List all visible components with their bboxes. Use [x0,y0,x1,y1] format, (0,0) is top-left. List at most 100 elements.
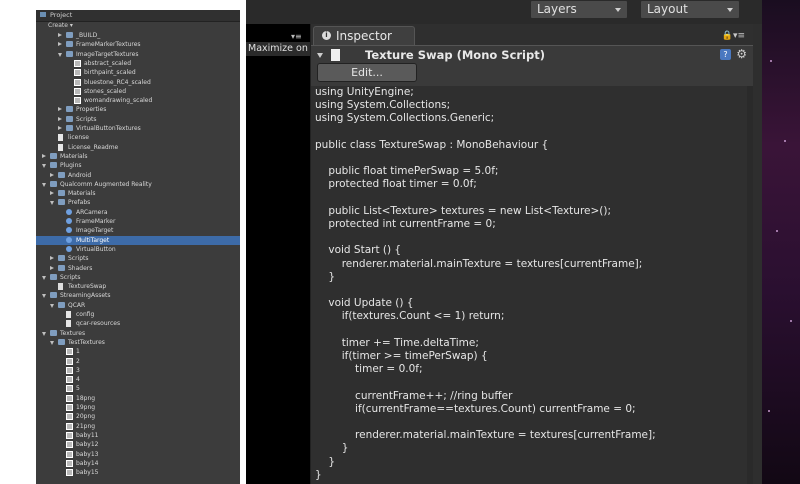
layers-dropdown[interactable]: Layers [530,0,628,19]
project-tab[interactable]: Project [36,10,240,22]
folder-item[interactable]: StreamingAssets [36,291,240,300]
expanded-arrow-icon[interactable] [50,201,54,206]
folder-item[interactable]: Materials [36,189,240,198]
code-line: renderer.material.mainTexture = textures… [315,429,656,442]
folder-item[interactable]: ImageTargetTextures [36,50,240,59]
maximize-on-play-toggle[interactable]: Maximize on [248,43,308,54]
collapsed-arrow-icon[interactable] [58,42,62,47]
asset-item[interactable]: TextureSwap [36,282,240,291]
asset-item[interactable]: bluestone_RC4_scaled [36,78,240,87]
folder-item[interactable]: Scripts [36,254,240,263]
tree-item-label: config [76,311,95,318]
expanded-arrow-icon[interactable] [42,331,46,336]
folder-item[interactable]: _BUILD_ [36,31,240,40]
asset-item[interactable]: womandrawing_scaled [36,96,240,105]
asset-item[interactable]: baby15 [36,468,240,477]
asset-item[interactable]: abstract_scaled [36,59,240,68]
tree-item-label: license [68,134,89,142]
folder-item[interactable]: Plugins [36,161,240,170]
code-line: } [315,468,322,481]
asset-item[interactable]: qcar-resources [36,319,240,328]
expanded-arrow-icon[interactable] [42,275,46,280]
texture-icon [74,87,81,95]
lock-menu-icon[interactable]: 🔒▾≡ [722,31,745,41]
layout-dropdown[interactable]: Layout [640,0,740,19]
asset-item[interactable]: birthpaint_scaled [36,68,240,77]
expanded-arrow-icon[interactable] [42,182,46,187]
collapsed-arrow-icon[interactable] [58,126,62,130]
collapsed-arrow-icon[interactable] [50,265,54,270]
folder-item[interactable]: VirtualButtonTextures [36,124,240,133]
asset-item[interactable]: 20png [36,412,240,421]
code-line: void Update () { [315,297,414,310]
script-source-view: using UnityEngine; using System.Collectio… [311,86,751,484]
texture-icon [66,469,73,477]
asset-item[interactable]: 19png [36,403,240,412]
component-header: Texture Swap (Mono Script) ? ⚙ Edit... [311,45,753,87]
texture-icon [66,376,73,384]
asset-item[interactable]: license [36,133,240,142]
expanded-arrow-icon[interactable] [50,303,54,308]
asset-item[interactable]: VirtualButton [36,245,240,254]
folder-item[interactable]: TestTextures [36,338,240,347]
asset-item[interactable]: FrameMarker [36,217,240,226]
collapsed-arrow-icon[interactable] [58,116,62,121]
asset-item[interactable]: 3 [36,366,240,375]
collapsed-arrow-icon[interactable] [50,191,54,196]
asset-item[interactable]: ImageTarget [36,226,240,235]
asset-item[interactable]: baby12 [36,440,240,449]
folder-item[interactable]: Qualcomm Augmented Reality [36,180,240,189]
folder-item[interactable]: Textures [36,329,240,338]
asset-item[interactable]: baby13 [36,450,240,459]
asset-item[interactable]: MultiTarget [36,235,240,245]
expanded-arrow-icon[interactable] [58,52,62,57]
expanded-arrow-icon[interactable] [50,340,54,345]
asset-item[interactable]: 21png [36,422,240,431]
collapsed-arrow-icon[interactable] [50,256,54,261]
gear-icon[interactable]: ⚙ [736,47,747,61]
asset-item[interactable]: License_Readme [36,143,240,152]
asset-item[interactable]: baby14 [36,459,240,468]
folder-item[interactable]: Shaders [36,264,240,273]
folder-icon [58,264,65,271]
asset-item[interactable]: 5 [36,384,240,393]
folder-item[interactable]: Scripts [36,273,240,282]
asset-item[interactable]: 2 [36,357,240,366]
tree-item-label: Textures [60,329,86,337]
scrollbar[interactable] [747,86,753,484]
folder-item[interactable]: Materials [36,152,240,161]
asset-item[interactable]: 4 [36,375,240,384]
scene-background-strip [762,0,800,484]
texture-icon [66,431,73,439]
asset-item[interactable]: baby11 [36,431,240,440]
code-line: protected int currentFrame = 0; [315,218,496,230]
texture-icon [74,59,81,67]
panel-menu-icon[interactable]: ▾≡ [291,32,302,41]
folder-item[interactable]: Prefabs [36,198,240,207]
foldout-arrow-icon[interactable] [317,53,323,58]
create-menu-button[interactable]: Create ▾ [48,22,73,29]
folder-item[interactable]: QCAR [36,301,240,310]
expanded-arrow-icon[interactable] [42,294,46,299]
expanded-arrow-icon[interactable] [42,164,46,169]
collapsed-arrow-icon[interactable] [58,107,62,112]
folder-item[interactable]: Scripts [36,115,240,124]
tree-item-label: Android [68,171,92,179]
folder-item[interactable]: FrameMarkerTextures [36,40,240,49]
collapsed-arrow-icon[interactable] [58,33,62,37]
collapsed-arrow-icon[interactable] [50,172,54,177]
asset-item[interactable]: 1 [36,347,240,356]
asset-item[interactable]: config [36,310,240,319]
code-line: currentFrame++; //ring buffer [315,389,513,402]
tree-item-label: baby13 [76,450,99,458]
folder-item[interactable]: Android [36,171,240,180]
tab-inspector[interactable]: i Inspector [313,26,415,46]
help-icon[interactable]: ? [720,49,731,60]
asset-item[interactable]: stones_scaled [36,87,240,96]
edit-script-button[interactable]: Edit... [317,63,417,82]
folder-item[interactable]: Properties [36,105,240,114]
texture-icon [66,404,73,411]
asset-item[interactable]: 18png [36,394,240,403]
asset-item[interactable]: ARCamera [36,208,240,217]
collapsed-arrow-icon[interactable] [42,153,46,158]
